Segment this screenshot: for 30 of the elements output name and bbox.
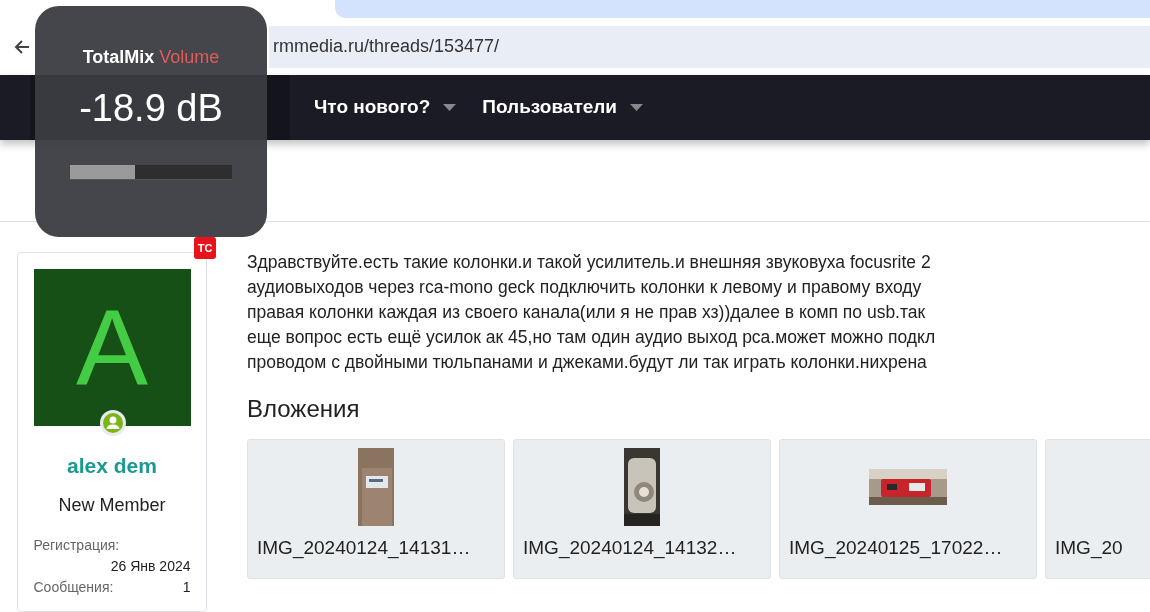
back-icon[interactable] bbox=[13, 37, 31, 56]
attachment-filename[interactable]: IMG_20240125_17022… bbox=[789, 534, 1003, 563]
overlay-label: Volume bbox=[159, 47, 220, 67]
online-status-icon bbox=[99, 410, 126, 436]
stat-value: 26 Янв 2024 bbox=[109, 556, 191, 576]
post-text-line: проводом с двойными тюльпанами и джеками.будут ли так играть колонки.нихрена bbox=[247, 351, 927, 374]
volume-reading: -18.9 dB bbox=[79, 89, 223, 127]
nav-tab[interactable]: Что нового? bbox=[305, 75, 466, 140]
attachment-card[interactable]: IMG_20 bbox=[1045, 439, 1150, 579]
user-title: New Member bbox=[58, 493, 166, 517]
caret-icon bbox=[443, 104, 457, 111]
address-bar[interactable]: rmmedia.ru/threads/153477/ bbox=[269, 25, 1150, 68]
topic-starter-badge: ТС bbox=[194, 237, 216, 259]
attachment-filename[interactable]: IMG_20240124_14131… bbox=[257, 534, 471, 563]
stat-label: Сообщения: bbox=[33, 577, 114, 597]
post-text-line: Здравствуйте.есть такие колонки.и такой усилитель.и внешняя звуковуха focusrite 2 bbox=[247, 251, 931, 274]
caret-icon bbox=[630, 104, 644, 111]
attachment-card[interactable]: IMG_20240124_14131… bbox=[247, 439, 505, 579]
attachment-card[interactable]: IMG_20240124_14132… bbox=[513, 439, 771, 579]
post-text-line: правая колонки каждая из своего канала(или я не прав хз))далее в комп по usb.так bbox=[247, 301, 926, 324]
attachment-card[interactable]: IMG_20240125_17022… bbox=[779, 439, 1037, 579]
attachment-filename[interactable]: IMG_20 bbox=[1055, 534, 1123, 563]
attachment-filename[interactable]: IMG_20240124_14132… bbox=[523, 534, 737, 563]
overlay-app-name: TotalMix bbox=[82, 47, 155, 67]
post-text-line: аудиовыходов через rca-mono geck подключить колонки к левому и правому входу bbox=[247, 276, 922, 299]
attachments-heading: Вложения bbox=[247, 394, 360, 424]
stat-label: Регистрация: bbox=[33, 535, 121, 555]
nav-tab[interactable]: Пользователи bbox=[473, 75, 653, 140]
stat-value: 1 bbox=[182, 577, 191, 597]
post-text-line: еще вопрос есть ещё усилок ак 45,но там один аудио выход рса.может можно подкл bbox=[247, 326, 936, 349]
